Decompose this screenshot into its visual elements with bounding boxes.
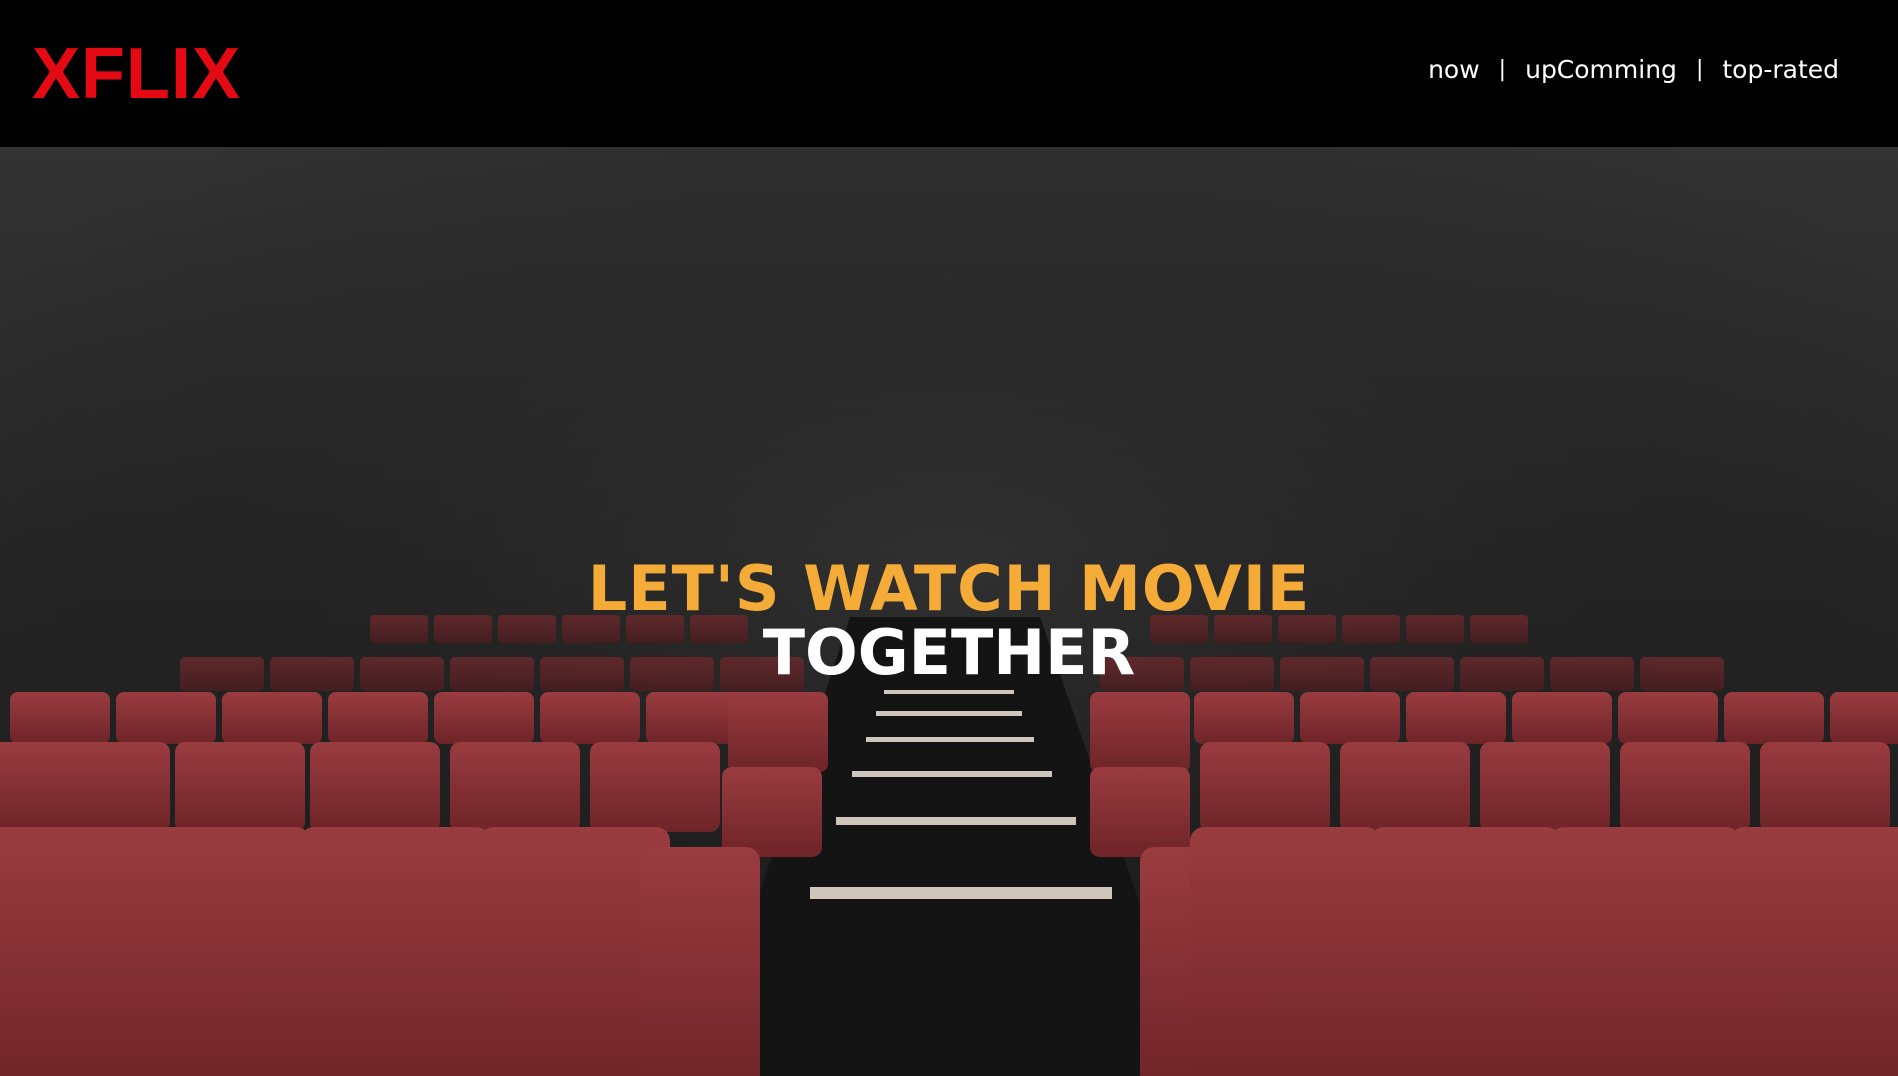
nav-link-upcoming[interactable]: upComming [1525,50,1677,90]
hero-headline-line1: LET'S WATCH MOVIE [587,552,1311,625]
xflix-logo[interactable]: XFLIX [32,34,241,114]
nav-separator: | [1695,57,1704,82]
nav-link-top-rated[interactable]: top-rated [1722,50,1839,90]
hero-headline-line2: TOGETHER [762,616,1136,689]
nav-link-now[interactable]: now [1428,50,1480,90]
page: XFLIX now | upComming | top-rated LET'S … [0,0,1898,1076]
main-nav: now | upComming | top-rated [1428,50,1839,90]
nav-separator: | [1498,57,1507,82]
top-header: XFLIX now | upComming | top-rated [0,0,1898,147]
hero-banner: LET'S WATCH MOVIE TOGETHER [0,147,1898,1076]
